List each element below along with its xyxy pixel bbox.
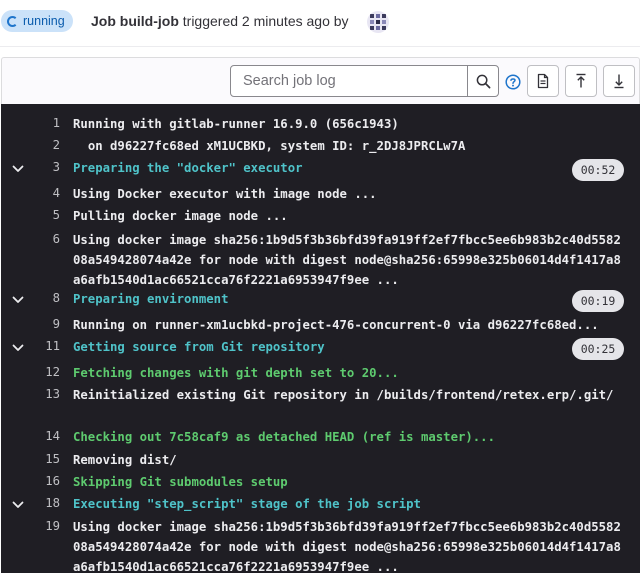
scroll-to-top-button[interactable] — [565, 65, 597, 97]
line-number[interactable]: 13 — [29, 387, 60, 401]
chevron-down-icon[interactable] — [11, 162, 25, 176]
line-number[interactable]: 16 — [29, 474, 60, 488]
search-box — [230, 65, 499, 97]
document-icon — [537, 73, 549, 89]
line-number[interactable]: 19 — [29, 519, 60, 533]
line-number[interactable]: 3 — [29, 160, 60, 174]
triggered-text: triggered 2 minutes ago by — [182, 13, 349, 29]
chevron-down-icon[interactable] — [11, 498, 25, 512]
log-text: Pulling docker image node ... — [73, 209, 288, 223]
line-number[interactable]: 18 — [29, 496, 60, 510]
line-number[interactable]: 12 — [29, 365, 60, 379]
section-duration-badge: 00:25 — [572, 338, 624, 360]
status-label: running — [23, 14, 65, 28]
section-title: Getting source from Git repository — [73, 340, 325, 354]
section-title: Preparing environment — [73, 292, 229, 306]
scroll-up-icon — [576, 73, 586, 88]
log-text: Skipping Git submodules setup — [73, 475, 288, 489]
section-title: Executing "step_script" stage of the job… — [73, 497, 421, 511]
log-text: Running on runner-xm1ucbkd-project-476-c… — [73, 318, 599, 332]
line-number[interactable]: 9 — [29, 317, 60, 331]
section-duration-badge: 00:19 — [572, 290, 624, 312]
job-label[interactable]: Job build-job — [91, 13, 179, 29]
log-text: Using docker image sha256:1b9d5f3b36bfd3… — [73, 520, 621, 573]
line-number[interactable]: 8 — [29, 291, 60, 305]
scroll-down-icon — [614, 74, 624, 89]
log-text: on d96227fc68ed xM1UCBKD, system ID: r_2… — [73, 139, 466, 153]
section-title: Preparing the "docker" executor — [73, 161, 303, 175]
search-icon — [476, 74, 491, 88]
raw-log-button[interactable] — [527, 65, 559, 97]
line-number[interactable]: 11 — [29, 339, 60, 353]
chevron-down-icon[interactable] — [11, 341, 25, 355]
header-divider — [0, 46, 640, 47]
section-duration-badge: 00:52 — [572, 159, 624, 181]
log-text: Reinitialized existing Git repository in… — [73, 388, 614, 402]
running-spinner-icon — [7, 15, 18, 27]
line-number[interactable]: 2 — [29, 138, 60, 152]
search-button[interactable] — [467, 66, 499, 96]
line-number[interactable]: 1 — [29, 116, 60, 130]
chevron-down-icon[interactable] — [11, 293, 25, 307]
job-log-toolbar — [1, 57, 640, 104]
log-text: Removing dist/ — [73, 453, 177, 467]
scroll-to-bottom-button[interactable] — [603, 65, 635, 97]
question-circle-icon — [505, 74, 521, 90]
job-title: Job build-job triggered 2 minutes ago by — [91, 13, 349, 29]
line-number[interactable]: 5 — [29, 208, 60, 222]
log-text: Fetching changes with git depth set to 2… — [73, 366, 399, 380]
log-text: Using Docker executor with image node ..… — [73, 187, 377, 201]
line-number[interactable]: 6 — [29, 232, 60, 246]
status-badge[interactable]: running — [1, 10, 73, 32]
log-text: Running with gitlab-runner 16.9.0 (656c1… — [73, 117, 399, 131]
job-log: 1 Running with gitlab-runner 16.9.0 (656… — [1, 104, 640, 573]
line-number[interactable]: 14 — [29, 429, 60, 443]
line-number[interactable]: 15 — [29, 452, 60, 466]
help-button[interactable] — [505, 74, 521, 90]
user-avatar[interactable] — [367, 11, 389, 33]
search-input[interactable] — [231, 66, 461, 96]
line-number[interactable]: 4 — [29, 186, 60, 200]
job-header: running Job build-job triggered 2 minute… — [0, 0, 640, 46]
log-text: Using docker image sha256:1b9d5f3b36bfd3… — [73, 233, 621, 287]
log-text: Checking out 7c58caf9 as detached HEAD (… — [73, 430, 495, 444]
